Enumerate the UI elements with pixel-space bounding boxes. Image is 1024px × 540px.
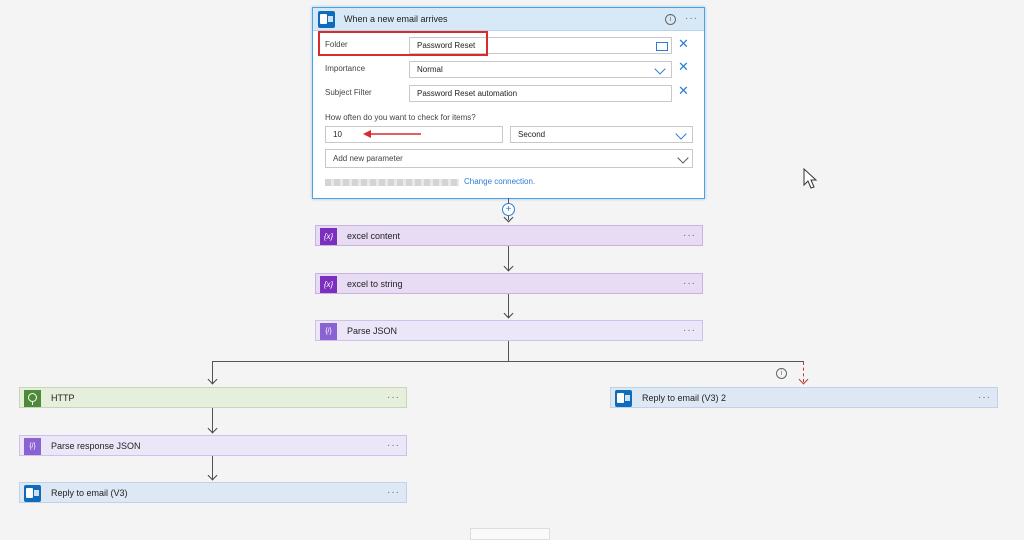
info-icon[interactable]: i <box>776 368 787 379</box>
variable-icon: {x} <box>320 228 337 245</box>
json-icon: {/} <box>24 438 41 455</box>
outlook-icon <box>318 11 335 28</box>
more-options-icon[interactable]: ··· <box>387 440 400 451</box>
arrow-down-icon <box>207 470 218 481</box>
more-options-icon[interactable]: ··· <box>683 325 696 336</box>
interval-unit-value: Second <box>518 130 546 139</box>
step-title: Parse response JSON <box>51 441 141 451</box>
arrow-down-icon <box>798 374 809 385</box>
arrow-down-icon <box>207 423 218 434</box>
connector-line <box>508 341 509 361</box>
remove-folder-icon[interactable]: ✕ <box>678 37 689 50</box>
interval-unit-select[interactable]: Second <box>510 126 693 143</box>
info-icon[interactable]: i <box>665 14 676 25</box>
step-title: Reply to email (V3) 2 <box>642 393 727 403</box>
arrow-down-icon <box>207 374 218 385</box>
more-options-icon[interactable]: ··· <box>685 13 698 24</box>
step-title: excel to string <box>347 279 403 289</box>
remove-subject-filter-icon[interactable]: ✕ <box>678 84 689 97</box>
trigger-title: When a new email arrives <box>344 14 448 24</box>
outlook-icon <box>615 390 632 407</box>
remove-importance-icon[interactable]: ✕ <box>678 60 689 73</box>
importance-value: Normal <box>417 65 443 74</box>
arrow-down-icon <box>503 261 514 272</box>
http-globe-icon <box>24 390 41 407</box>
step-parse-response-json[interactable]: {/} Parse response JSON ··· <box>19 435 407 456</box>
change-connection-link[interactable]: Change connection. <box>464 177 535 186</box>
chevron-down-icon[interactable] <box>677 152 689 164</box>
json-icon: {/} <box>320 323 337 340</box>
trigger-header[interactable]: When a new email arrives i ··· <box>313 8 704 31</box>
step-reply-to-email[interactable]: Reply to email (V3) ··· <box>19 482 407 503</box>
more-options-icon[interactable]: ··· <box>387 392 400 403</box>
mouse-cursor-icon <box>803 168 818 189</box>
branch-line <box>212 361 804 362</box>
arrow-down-icon <box>503 308 514 319</box>
step-title: Reply to email (V3) <box>51 488 128 498</box>
trigger-card[interactable]: When a new email arrives i ··· Folder Pa… <box>312 7 705 199</box>
add-parameter-label: Add new parameter <box>333 154 403 163</box>
subject-filter-field[interactable]: Password Reset automation <box>409 85 672 102</box>
interval-value: 10 <box>333 130 342 139</box>
folder-picker-icon[interactable] <box>656 42 668 51</box>
chevron-down-icon[interactable] <box>654 63 666 75</box>
more-options-icon[interactable]: ··· <box>387 487 400 498</box>
subject-filter-value: Password Reset automation <box>417 89 518 98</box>
step-excel-to-string[interactable]: {x} excel to string ··· <box>315 273 703 294</box>
outlook-icon <box>24 485 41 502</box>
chevron-down-icon[interactable] <box>675 128 687 140</box>
add-parameter-select[interactable]: Add new parameter <box>325 149 693 168</box>
more-options-icon[interactable]: ··· <box>683 230 696 241</box>
bottom-control <box>470 528 550 540</box>
step-http[interactable]: HTTP ··· <box>19 387 407 408</box>
annotation-arrow <box>363 130 421 138</box>
importance-select[interactable]: Normal <box>409 61 672 78</box>
step-reply-to-email-2[interactable]: Reply to email (V3) 2 ··· <box>610 387 998 408</box>
connection-account <box>325 179 459 186</box>
subject-filter-label: Subject Filter <box>325 88 372 97</box>
frequency-label: How often do you want to check for items… <box>325 113 476 122</box>
more-options-icon[interactable]: ··· <box>683 278 696 289</box>
importance-label: Importance <box>325 64 366 73</box>
step-title: HTTP <box>51 393 75 403</box>
highlight-box <box>318 31 488 56</box>
step-title: excel content <box>347 231 401 241</box>
more-options-icon[interactable]: ··· <box>978 392 991 403</box>
step-excel-content[interactable]: {x} excel content ··· <box>315 225 703 246</box>
variable-icon: {x} <box>320 276 337 293</box>
step-parse-json[interactable]: {/} Parse JSON ··· <box>315 320 703 341</box>
step-title: Parse JSON <box>347 326 398 336</box>
